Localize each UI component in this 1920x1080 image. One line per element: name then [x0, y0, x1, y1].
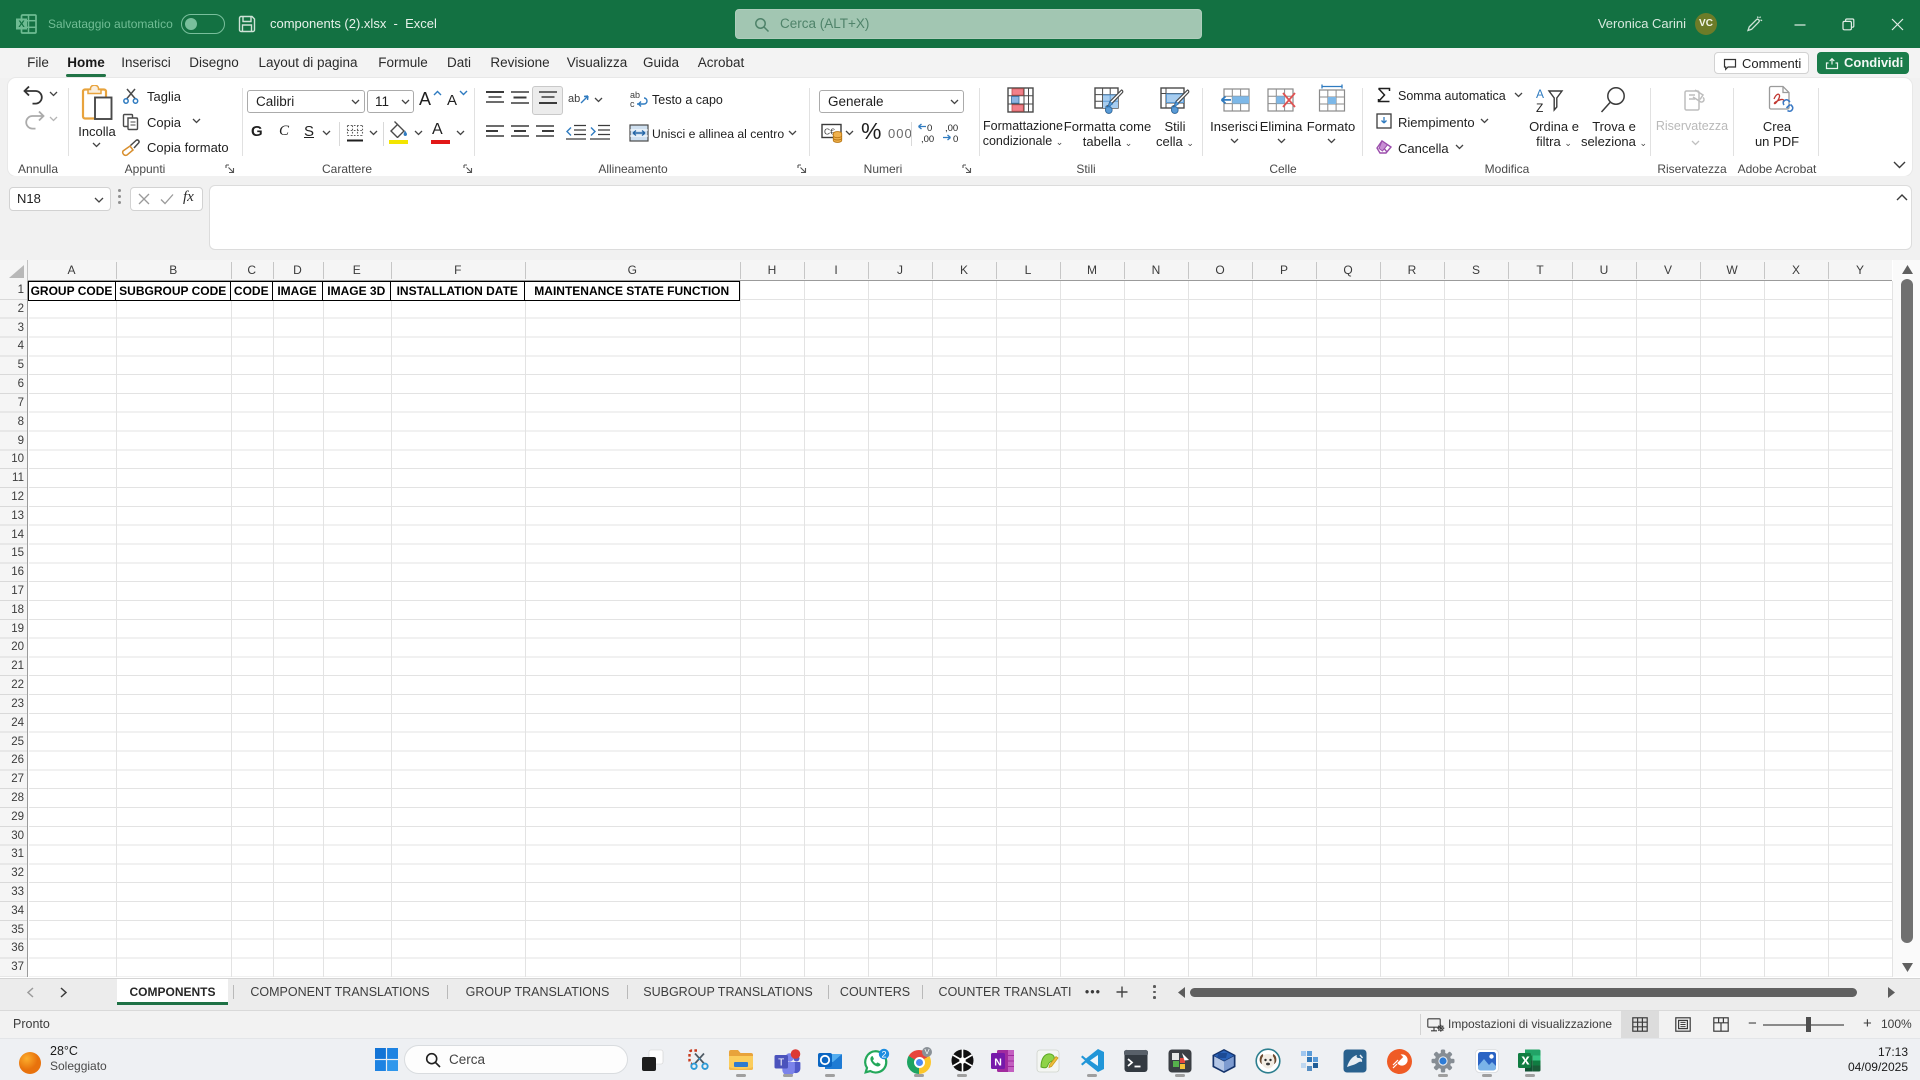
svg-text:0: 0: [927, 123, 932, 134]
svg-text:,00: ,00: [945, 123, 958, 134]
svg-text:T: T: [778, 1058, 784, 1069]
svg-text:0: 0: [953, 134, 958, 144]
svg-text:X: X: [18, 19, 25, 30]
svg-text:Z: Z: [1536, 101, 1543, 114]
svg-text:N: N: [994, 1057, 1002, 1069]
svg-text:A: A: [1536, 87, 1544, 101]
svg-text:,00: ,00: [921, 134, 934, 144]
svg-text:c: c: [630, 99, 635, 109]
svg-text:ab: ab: [568, 93, 580, 105]
svg-text:2: 2: [881, 1049, 886, 1059]
